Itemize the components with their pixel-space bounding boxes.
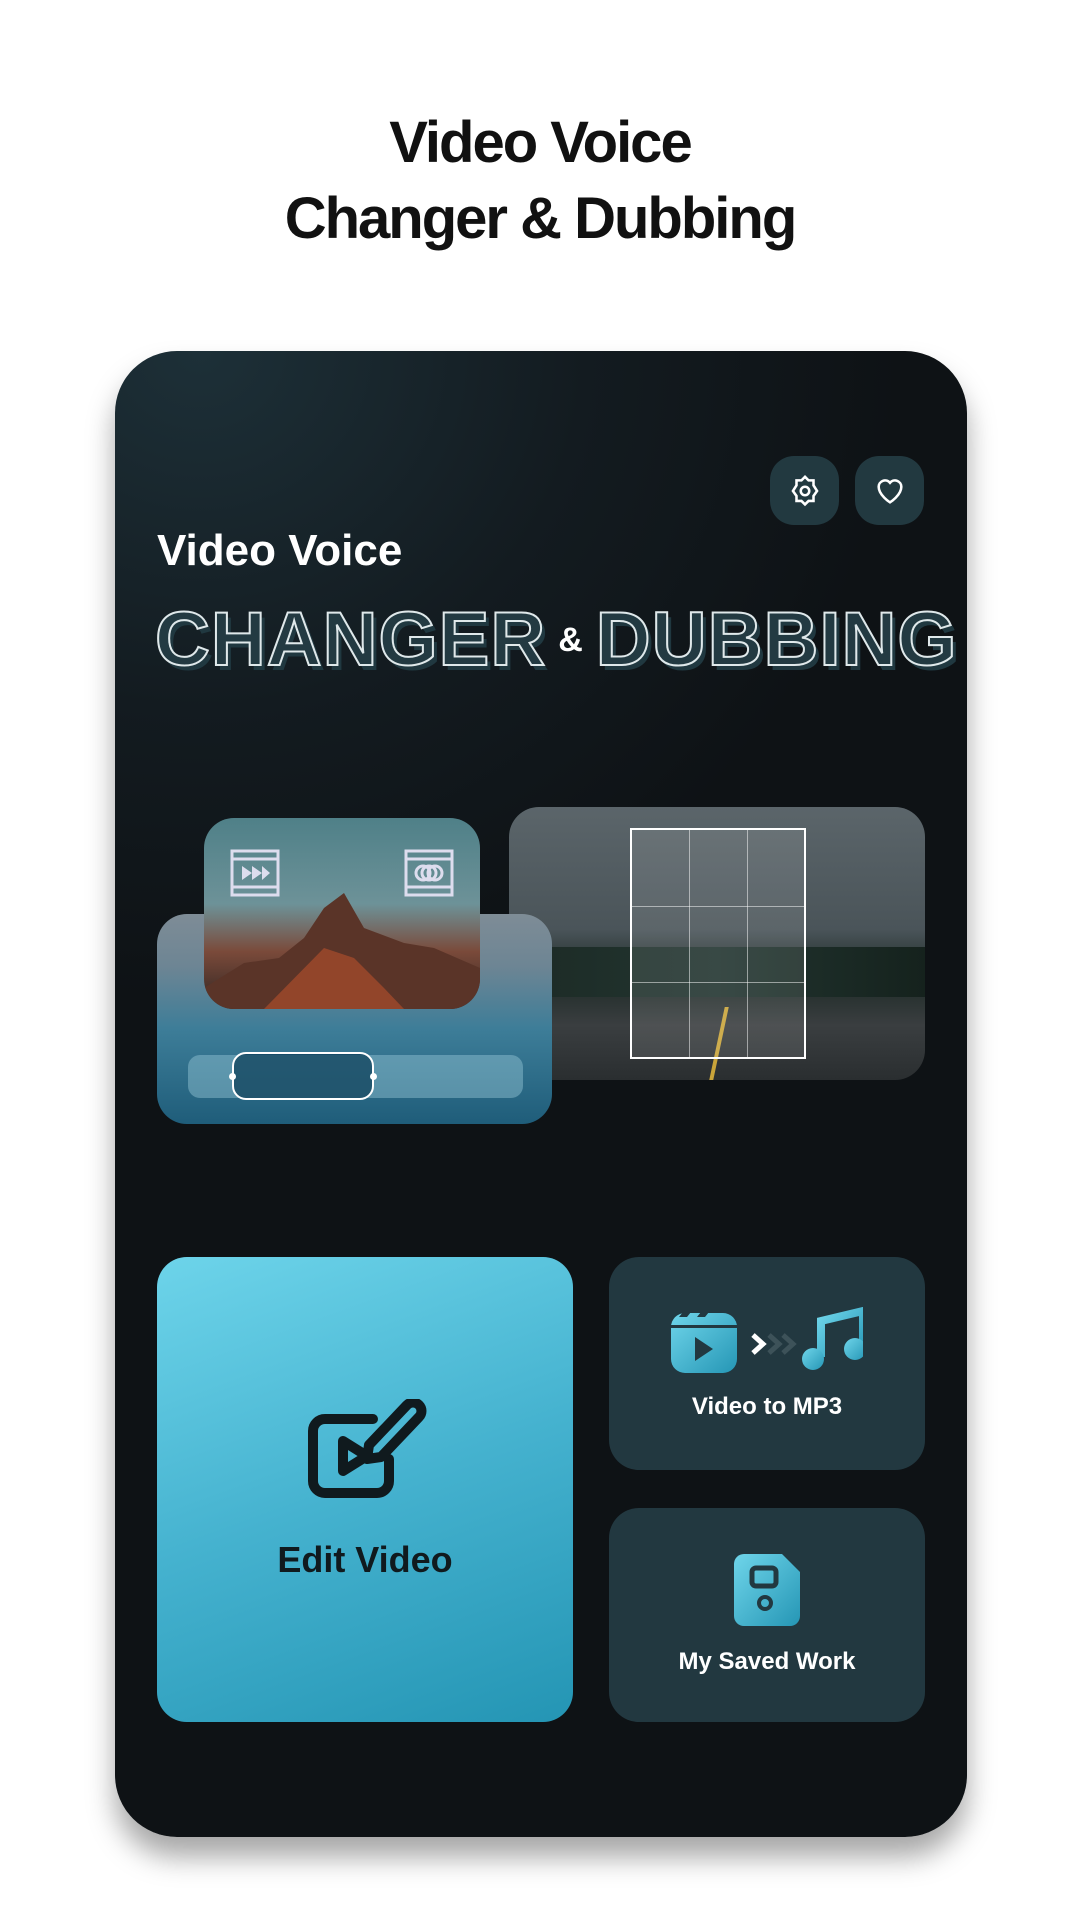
- saved-work-icon: [734, 1554, 800, 1626]
- app-title: Video Voice: [157, 526, 403, 575]
- mountain-image: [204, 818, 480, 1009]
- headline-line1: Video Voice: [389, 110, 692, 175]
- subtitle-ampersand: &: [558, 621, 584, 659]
- my-saved-work-button[interactable]: My Saved Work: [609, 1508, 925, 1722]
- subtitle-word-changer: CHANGER: [154, 596, 547, 683]
- headline-line2: Changer & Dubbing: [284, 186, 798, 251]
- video-to-mp3-button[interactable]: Video to MP3: [609, 1257, 925, 1470]
- video-to-mp3-label: Video to MP3: [691, 1392, 843, 1420]
- edit-video-label: Edit Video: [277, 1538, 453, 1580]
- crop-frame[interactable]: [630, 828, 806, 1059]
- promo-headline: Video Voice Changer & Dubbing: [0, 105, 1080, 257]
- subtitle-word-dubbing: DUBBING: [595, 596, 958, 683]
- video-to-mp3-icon: [671, 1306, 863, 1373]
- app-screen: Video Voice CHANGER & DUBBING Edit Video V…: [115, 351, 967, 1837]
- trim-handle[interactable]: [229, 1052, 377, 1100]
- gear-icon: [790, 474, 819, 506]
- transition-film-icon: [404, 849, 454, 897]
- edit-video-icon: [307, 1398, 426, 1498]
- fast-forward-film-icon: [230, 849, 280, 897]
- road-image: [509, 807, 925, 1080]
- heart-icon: [876, 478, 903, 504]
- app-subtitle: CHANGER & DUBBING: [154, 596, 958, 683]
- settings-button[interactable]: [770, 456, 839, 525]
- edit-video-button[interactable]: Edit Video: [157, 1257, 573, 1722]
- saved-work-label: My Saved Work: [678, 1648, 856, 1675]
- favorite-button[interactable]: [855, 456, 924, 525]
